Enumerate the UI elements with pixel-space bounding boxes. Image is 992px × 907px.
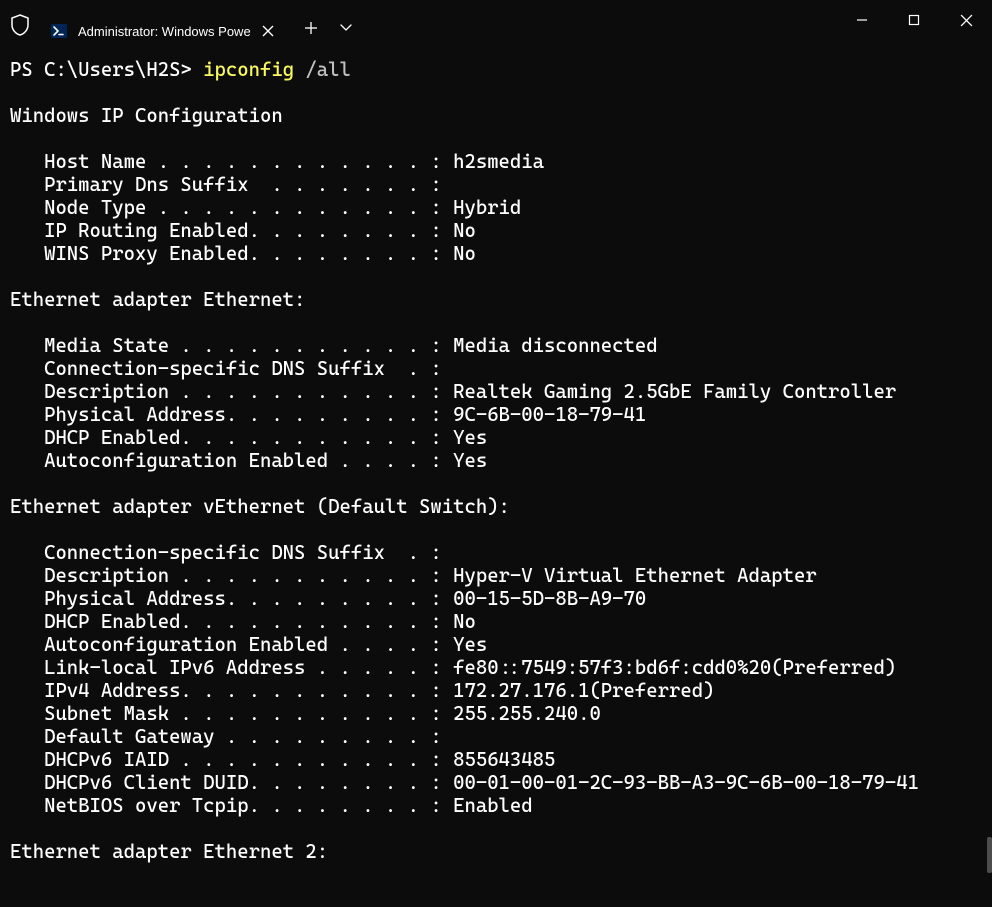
prompt-command: ipconfig [203, 58, 294, 81]
close-icon [262, 25, 274, 37]
chevron-down-icon [340, 24, 352, 32]
tab-actions [304, 21, 352, 35]
close-window-button[interactable] [940, 0, 992, 40]
plus-icon [304, 21, 318, 35]
tab-dropdown-button[interactable] [340, 24, 352, 32]
titlebar: Administrator: Windows Powe [0, 0, 992, 50]
window-controls [836, 0, 992, 40]
scrollbar-thumb[interactable] [987, 837, 992, 873]
minimize-icon [856, 14, 868, 26]
tab-title: Administrator: Windows Powe [78, 24, 251, 39]
admin-shield-icon [10, 14, 30, 36]
minimize-button[interactable] [836, 0, 888, 40]
powershell-icon [50, 22, 68, 40]
tab-powershell[interactable]: Administrator: Windows Powe [40, 12, 290, 50]
prompt-argument: /all [294, 58, 351, 81]
maximize-icon [908, 14, 920, 26]
maximize-button[interactable] [888, 0, 940, 40]
tab-close-button[interactable] [259, 22, 277, 40]
new-tab-button[interactable] [304, 21, 318, 35]
prompt-path: PS C:\Users\H2S> [10, 58, 203, 81]
terminal-output[interactable]: PS C:\Users\H2S> ipconfig /all Windows I… [0, 50, 992, 907]
admin-shield-wrapper [0, 14, 40, 36]
close-icon [960, 14, 973, 27]
